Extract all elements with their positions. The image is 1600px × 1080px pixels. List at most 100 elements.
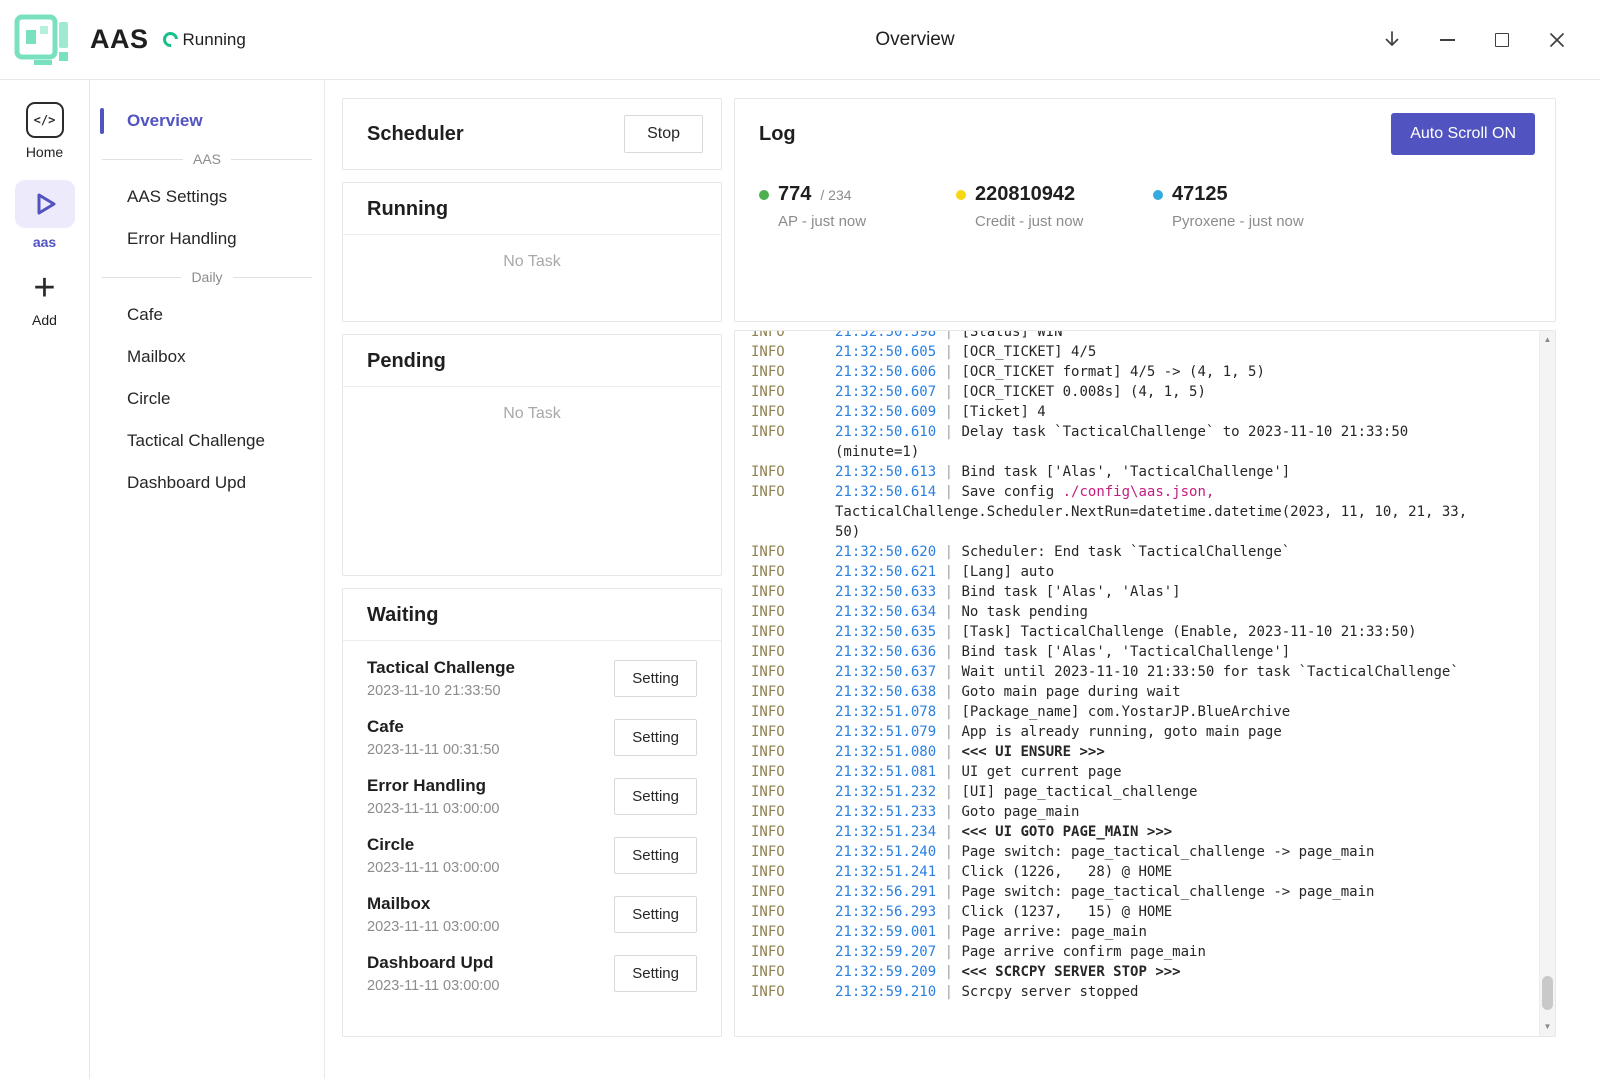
running-card: Running No Task bbox=[342, 182, 722, 322]
log-level: INFO bbox=[751, 762, 835, 782]
nav-item-dashboard-upd[interactable]: Dashboard Upd bbox=[90, 462, 324, 504]
rail-item-add[interactable]: + Add bbox=[26, 270, 64, 328]
waiting-task-row: Tactical Challenge2023-11-10 21:33:50Set… bbox=[343, 649, 721, 708]
log-timestamp: 21:32:51.241 bbox=[835, 864, 936, 880]
pending-empty-text: No Task bbox=[343, 387, 721, 423]
rail-label-aas: aas bbox=[33, 234, 56, 250]
nav-item-mailbox[interactable]: Mailbox bbox=[90, 336, 324, 378]
log-timestamp: 21:32:59.207 bbox=[835, 944, 936, 960]
app-logo bbox=[12, 10, 76, 70]
stop-button[interactable]: Stop bbox=[624, 115, 703, 153]
log-entry: INFO21:32:59.209 | <<< SCRCPY SERVER STO… bbox=[751, 962, 1493, 982]
log-timestamp: 21:32:50.606 bbox=[835, 364, 936, 380]
waiting-task-list: Tactical Challenge2023-11-10 21:33:50Set… bbox=[343, 641, 721, 1003]
log-timestamp: 21:32:51.232 bbox=[835, 784, 936, 800]
log-entry: INFO21:32:50.606 | [OCR_TICKET format] 4… bbox=[751, 362, 1493, 382]
log-entry: INFO21:32:50.607 | [OCR_TICKET 0.008s] (… bbox=[751, 382, 1493, 402]
log-message: UI get current page bbox=[961, 764, 1121, 780]
log-message: Page arrive: page_main bbox=[961, 924, 1146, 940]
app-logo-icon bbox=[12, 10, 76, 70]
maximize-icon[interactable] bbox=[1489, 27, 1515, 53]
log-entry: INFO21:32:50.598 | [Status] WIN bbox=[751, 331, 1493, 342]
log-timestamp: 21:32:50.614 bbox=[835, 484, 936, 500]
log-scrollbar[interactable]: ▲ ▼ bbox=[1539, 331, 1555, 1036]
window-controls bbox=[1379, 0, 1570, 80]
log-message: Click (1237, 15) @ HOME bbox=[961, 904, 1172, 920]
log-message: [OCR_TICKET] 4/5 bbox=[961, 344, 1096, 360]
log-level: INFO bbox=[751, 722, 835, 742]
waiting-task-next-run: 2023-11-11 03:00:00 bbox=[367, 860, 500, 876]
waiting-task-next-run: 2023-11-11 03:00:00 bbox=[367, 978, 500, 994]
stat-label: Pyroxene - just now bbox=[1172, 213, 1350, 230]
log-level: INFO bbox=[751, 562, 835, 582]
app-name: AAS bbox=[90, 24, 149, 55]
setting-button[interactable]: Setting bbox=[614, 837, 697, 874]
log-message: [Lang] auto bbox=[961, 564, 1054, 580]
rail-item-aas[interactable]: aas bbox=[15, 180, 75, 250]
stat-dot bbox=[956, 190, 966, 200]
log-level: INFO bbox=[751, 822, 835, 842]
log-level: INFO bbox=[751, 482, 835, 502]
running-title: Running bbox=[367, 198, 697, 221]
log-stat: 47125 Pyroxene - just now bbox=[1153, 183, 1350, 230]
log-entry: INFO21:32:50.621 | [Lang] auto bbox=[751, 562, 1493, 582]
log-level: INFO bbox=[751, 402, 835, 422]
log-message: Scheduler: End task `TacticalChallenge` bbox=[961, 544, 1290, 560]
log-lines: INFO21:32:50.598 | [Status] WININFO21:32… bbox=[751, 331, 1493, 1002]
scheduler-card: Scheduler Stop bbox=[342, 98, 722, 170]
log-timestamp: 21:32:50.621 bbox=[835, 564, 936, 580]
setting-button[interactable]: Setting bbox=[614, 778, 697, 815]
log-entry: INFO21:32:51.232 | [UI] page_tactical_ch… bbox=[751, 782, 1493, 802]
setting-button[interactable]: Setting bbox=[614, 660, 697, 697]
log-entry: INFO21:32:50.605 | [OCR_TICKET] 4/5 bbox=[751, 342, 1493, 362]
log-timestamp: 21:32:50.635 bbox=[835, 624, 936, 640]
nav-item-cafe[interactable]: Cafe bbox=[90, 294, 324, 336]
log-timestamp: 21:32:59.210 bbox=[835, 984, 936, 1000]
log-card: Log Auto Scroll ON 774/ 234AP - just now… bbox=[734, 98, 1556, 322]
nav-item-aas-settings[interactable]: AAS Settings bbox=[90, 176, 324, 218]
scroll-up-icon[interactable]: ▲ bbox=[1544, 334, 1552, 346]
log-timestamp: 21:32:50.633 bbox=[835, 584, 936, 600]
setting-button[interactable]: Setting bbox=[614, 955, 697, 992]
log-entry: INFO21:32:59.207 | Page arrive confirm p… bbox=[751, 942, 1493, 962]
log-timestamp: 21:32:50.636 bbox=[835, 644, 936, 660]
pending-card-header: Pending bbox=[343, 335, 721, 387]
waiting-task-next-run: 2023-11-11 03:00:00 bbox=[367, 919, 500, 935]
log-level: INFO bbox=[751, 542, 835, 562]
log-entry: INFO21:32:51.240 | Page switch: page_tac… bbox=[751, 842, 1493, 862]
close-icon[interactable] bbox=[1544, 27, 1570, 53]
scrollbar-thumb[interactable] bbox=[1542, 976, 1553, 1010]
setting-button[interactable]: Setting bbox=[614, 719, 697, 756]
icon-rail: </> Home aas + Add bbox=[0, 80, 90, 1079]
waiting-task-name: Dashboard Upd bbox=[367, 953, 500, 973]
rail-label-add: Add bbox=[32, 312, 57, 328]
stat-value: 47125 bbox=[1172, 183, 1228, 206]
log-stat: 774/ 234AP - just now bbox=[759, 183, 956, 230]
log-timestamp: 21:32:50.610 bbox=[835, 424, 936, 440]
log-message: [UI] page_tactical_challenge bbox=[961, 784, 1197, 800]
nav-item-error-handling[interactable]: Error Handling bbox=[90, 218, 324, 260]
log-level: INFO bbox=[751, 962, 835, 982]
log-timestamp: 21:32:50.637 bbox=[835, 664, 936, 680]
log-timestamp: 21:32:51.081 bbox=[835, 764, 936, 780]
auto-scroll-button[interactable]: Auto Scroll ON bbox=[1391, 113, 1535, 155]
log-message: [OCR_TICKET format] 4/5 -> (4, 1, 5) bbox=[961, 364, 1264, 380]
download-update-icon[interactable] bbox=[1379, 27, 1405, 53]
nav-item-tactical-challenge[interactable]: Tactical Challenge bbox=[90, 420, 324, 462]
log-level: INFO bbox=[751, 422, 835, 442]
scroll-down-icon[interactable]: ▼ bbox=[1544, 1021, 1552, 1033]
log-level: INFO bbox=[751, 902, 835, 922]
nav-item-overview[interactable]: Overview bbox=[90, 100, 324, 142]
waiting-task-name: Cafe bbox=[367, 717, 500, 737]
log-message: Bind task ['Alas', 'TacticalChallenge'] bbox=[961, 644, 1290, 660]
setting-button[interactable]: Setting bbox=[614, 896, 697, 933]
waiting-task-name: Tactical Challenge bbox=[367, 658, 515, 678]
rail-item-home[interactable]: </> Home bbox=[26, 102, 64, 160]
waiting-task-name: Error Handling bbox=[367, 776, 500, 796]
log-message: Wait until 2023-11-10 21:33:50 for task … bbox=[961, 664, 1458, 680]
log-message: Bind task ['Alas', 'TacticalChallenge'] bbox=[961, 464, 1290, 480]
waiting-card-header: Waiting bbox=[343, 589, 721, 641]
minimize-icon[interactable] bbox=[1434, 27, 1460, 53]
nav-item-circle[interactable]: Circle bbox=[90, 378, 324, 420]
log-stat: 220810942Credit - just now bbox=[956, 183, 1153, 230]
